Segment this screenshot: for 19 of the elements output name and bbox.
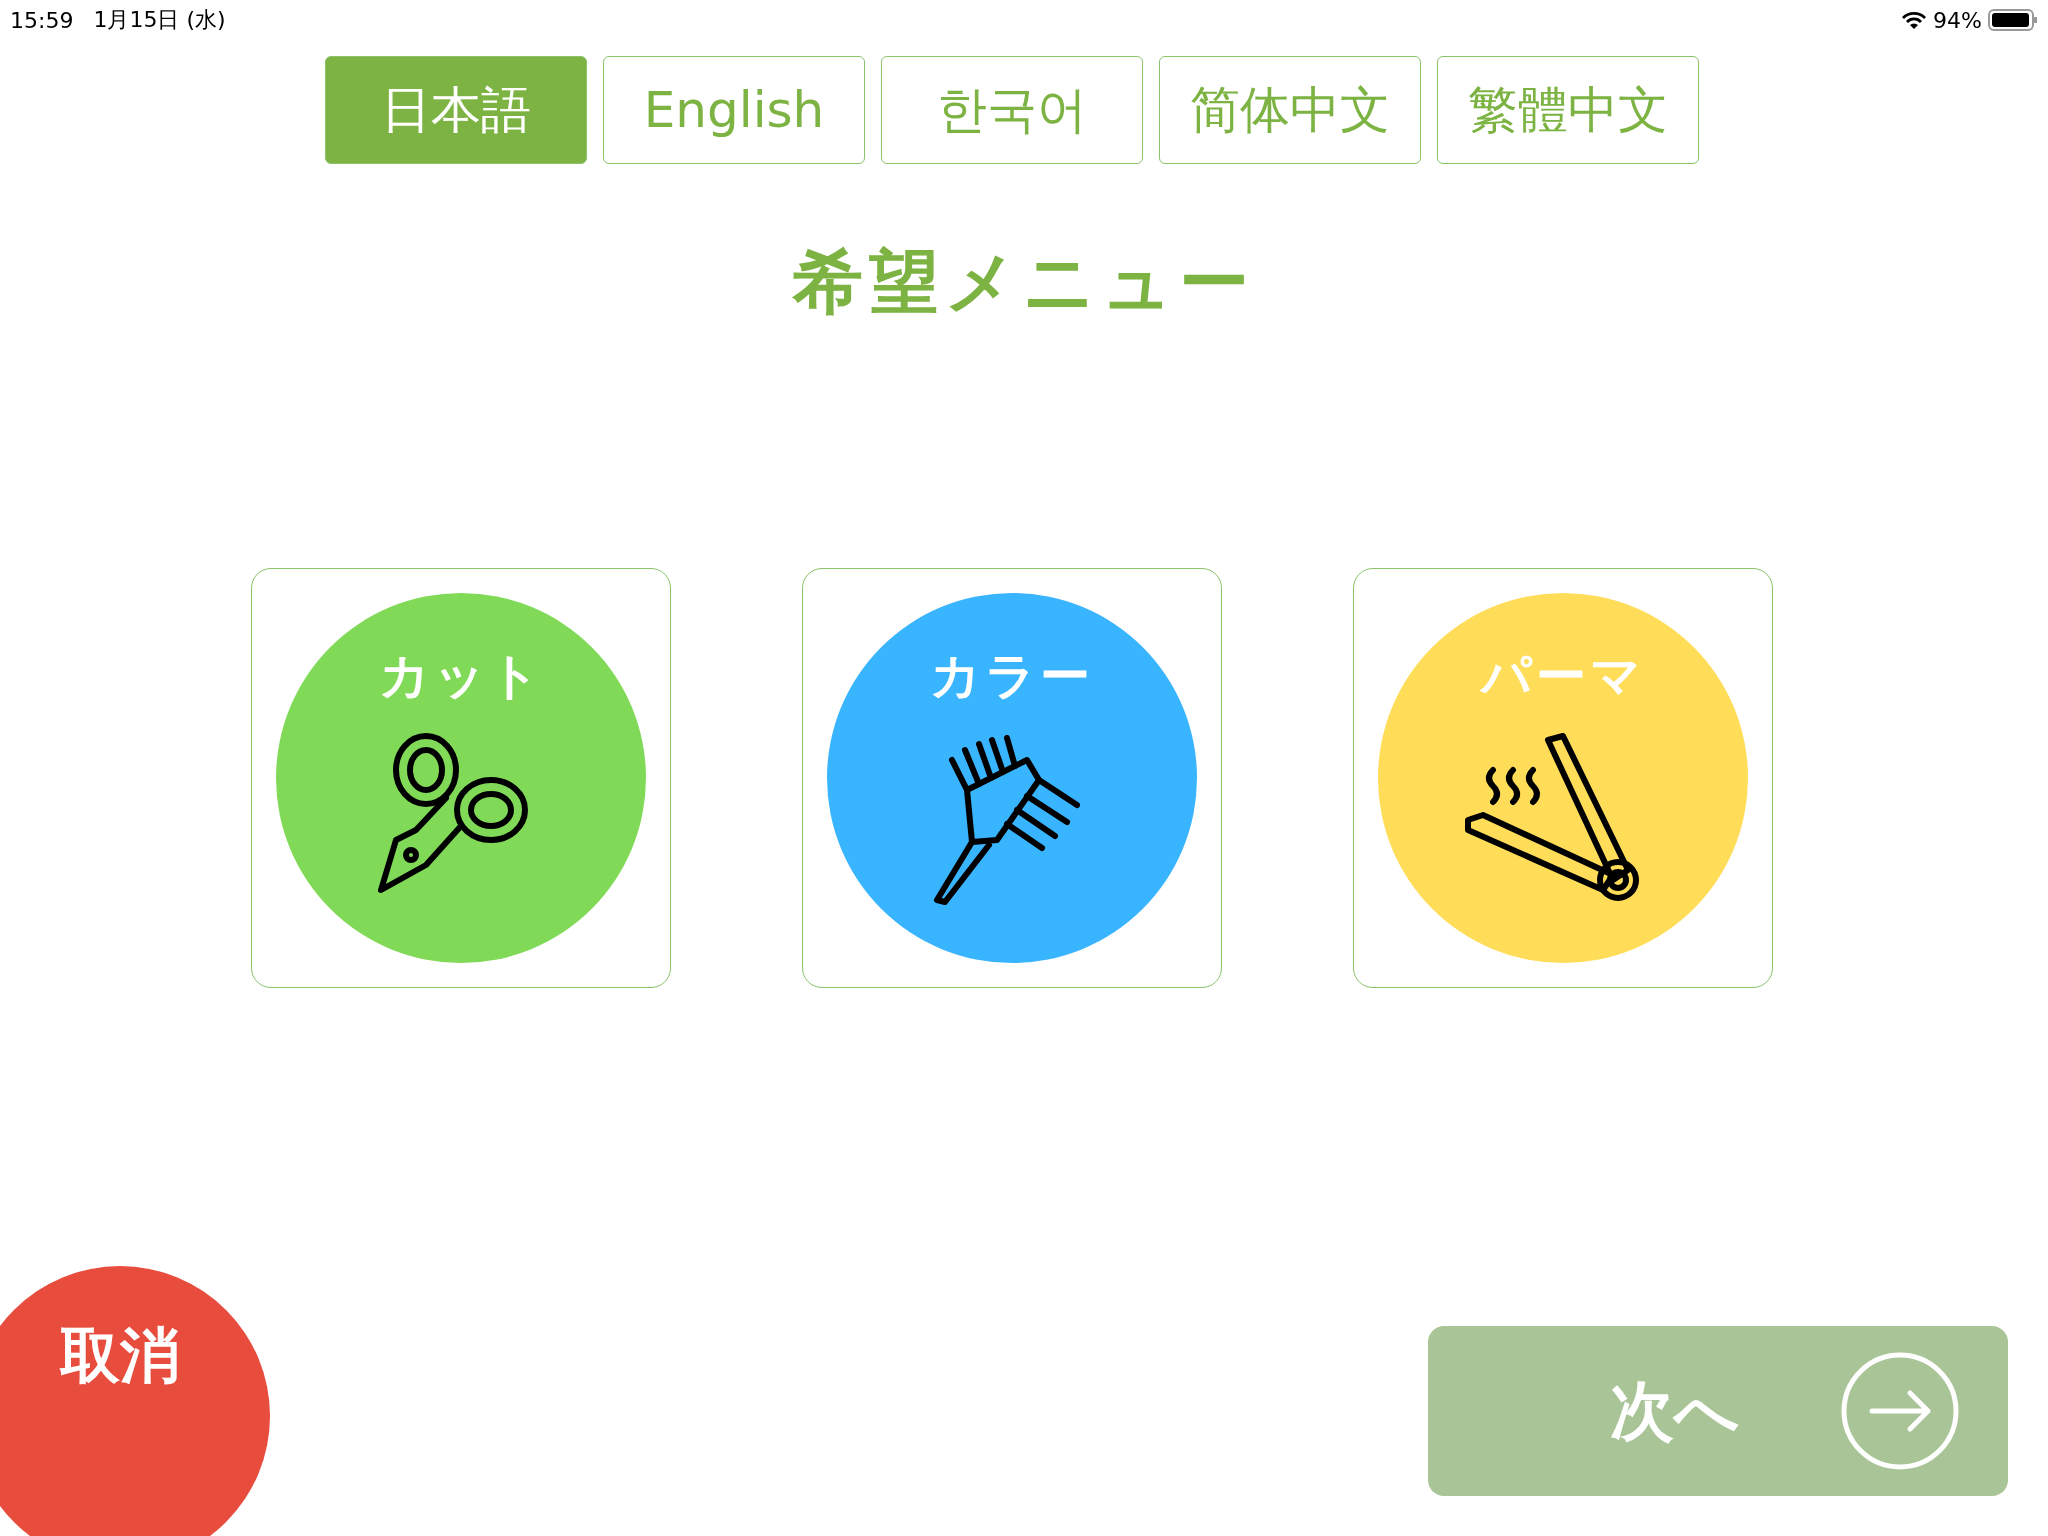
- menu-label: パーマ: [1481, 647, 1645, 706]
- menu-label: カラー: [930, 647, 1094, 706]
- menu-label: カット: [378, 647, 544, 706]
- page-title: 希望メニュー: [791, 240, 1256, 325]
- language-tab[interactable]: 繁體中文: [1437, 56, 1699, 164]
- language-tab[interactable]: English: [603, 56, 865, 164]
- cancel-button[interactable]: 取消: [0, 1266, 270, 1536]
- battery-percent: 94%: [1933, 7, 1982, 33]
- battery-icon: [1988, 8, 2038, 32]
- arrow-circle-icon: [1840, 1351, 1960, 1471]
- language-tab[interactable]: 한국어: [881, 56, 1143, 164]
- menu-card[interactable]: カット: [251, 568, 671, 988]
- status-time: 15:59: [10, 7, 74, 33]
- language-tab[interactable]: 日本語: [325, 56, 587, 164]
- status-date: 1月15日 (水): [93, 6, 226, 34]
- menu-card[interactable]: パーマ: [1353, 568, 1773, 988]
- wifi-icon: [1901, 10, 1928, 30]
- menu-card[interactable]: カラー: [802, 568, 1222, 988]
- language-tab[interactable]: 简体中文: [1159, 56, 1421, 164]
